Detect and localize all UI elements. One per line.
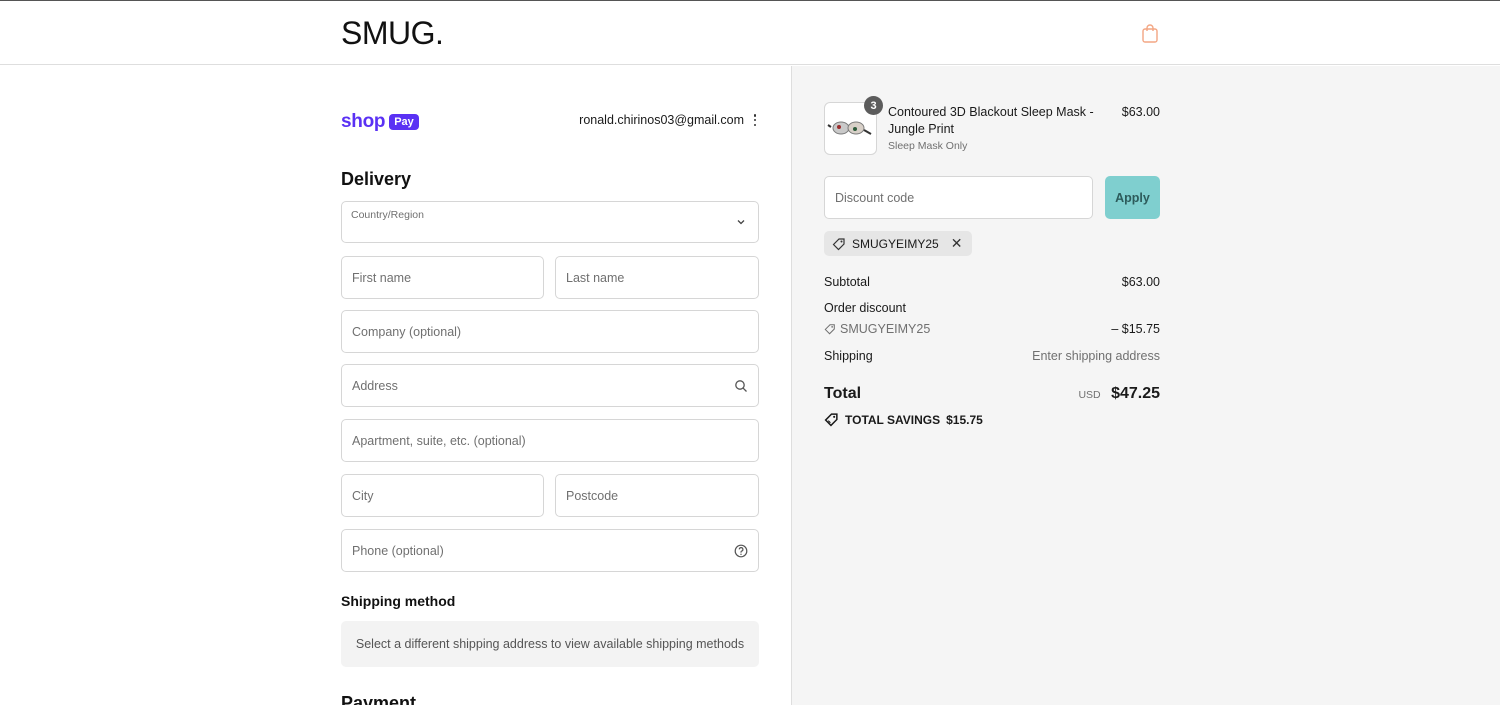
applied-discount-code: SMUGYEIMY25 bbox=[852, 236, 939, 251]
apply-discount-button[interactable]: Apply bbox=[1105, 176, 1160, 219]
account-email: ronald.chirinos03@gmail.com bbox=[579, 113, 744, 127]
total-savings-value: $15.75 bbox=[946, 412, 983, 427]
country-region-select[interactable]: Country/Region bbox=[341, 201, 759, 243]
brand-logo[interactable]: SMUG. bbox=[341, 15, 444, 52]
address-field[interactable]: Address bbox=[341, 364, 759, 407]
discount-value: – $15.75 bbox=[1111, 322, 1160, 336]
tag-icon bbox=[824, 324, 835, 335]
delivery-heading: Delivery bbox=[341, 169, 412, 189]
total-savings-label: TOTAL SAVINGS bbox=[845, 412, 941, 427]
product-variant: Sleep Mask Only bbox=[888, 140, 968, 152]
shopping-bag-icon[interactable] bbox=[1141, 23, 1159, 43]
total-value: $47.25 bbox=[1111, 385, 1160, 402]
address-placeholder: Address bbox=[352, 378, 398, 393]
first-name-placeholder: First name bbox=[352, 270, 412, 285]
order-discount-label: Order discount bbox=[824, 301, 906, 315]
total-row: Total USD $47.25 bbox=[824, 385, 1160, 403]
last-name-placeholder: Last name bbox=[566, 270, 625, 285]
quantity-badge: 3 bbox=[864, 96, 883, 115]
remove-discount-icon[interactable]: ✕ bbox=[951, 235, 963, 252]
discount-code-placeholder: Discount code bbox=[835, 190, 915, 205]
product-name: Contoured 3D Blackout Sleep Mask - Jungl… bbox=[888, 105, 1094, 136]
company-placeholder: Company (optional) bbox=[352, 324, 462, 339]
city-field[interactable]: City bbox=[341, 474, 544, 517]
total-savings: TOTAL SAVINGS $15.75 bbox=[824, 412, 983, 427]
discount-code-input[interactable]: Discount code bbox=[824, 176, 1093, 219]
subtotal-value: $63.00 bbox=[1121, 275, 1160, 289]
shop-pay-logo: shop Pay bbox=[341, 111, 419, 133]
shipping-method-heading: Shipping method bbox=[341, 593, 456, 609]
applied-discount-chip: SMUGYEIMY25 ✕ bbox=[824, 231, 973, 256]
postcode-placeholder: Postcode bbox=[566, 488, 619, 503]
phone-field[interactable]: Phone (optional) bbox=[341, 529, 759, 572]
help-icon[interactable] bbox=[734, 544, 748, 558]
account-info: ronald.chirinos03@gmail.com bbox=[560, 113, 760, 127]
chevron-down-icon bbox=[737, 220, 745, 225]
subtotal-row: Subtotal $63.00 bbox=[824, 275, 1160, 289]
subtotal-label: Subtotal bbox=[824, 275, 870, 289]
apartment-placeholder: Apartment, suite, etc. (optional) bbox=[352, 433, 526, 448]
discount-code-row: SMUGYEIMY25 – $15.75 bbox=[824, 322, 1160, 336]
company-field[interactable]: Company (optional) bbox=[341, 310, 759, 353]
tag-icon bbox=[832, 237, 845, 250]
shop-pay-badge: Pay bbox=[389, 114, 419, 130]
site-header: SMUG. bbox=[0, 1, 1500, 65]
more-options-icon[interactable] bbox=[750, 113, 760, 127]
last-name-field[interactable]: Last name bbox=[555, 256, 759, 299]
first-name-field[interactable]: First name bbox=[341, 256, 544, 299]
order-discount-row: Order discount bbox=[824, 301, 1160, 315]
phone-placeholder: Phone (optional) bbox=[352, 543, 444, 558]
shipping-value: Enter shipping address bbox=[1032, 349, 1160, 363]
payment-heading: Payment bbox=[341, 693, 417, 705]
shipping-method-notice: Select a different shipping address to v… bbox=[341, 621, 759, 667]
city-placeholder: City bbox=[352, 488, 374, 503]
shipping-label: Shipping bbox=[824, 349, 873, 363]
shop-pay-word: shop bbox=[341, 111, 386, 132]
total-label: Total bbox=[824, 385, 862, 402]
currency-code: USD bbox=[1078, 389, 1101, 401]
savings-tag-icon bbox=[824, 413, 838, 427]
postcode-field[interactable]: Postcode bbox=[555, 474, 759, 517]
discount-code-name: SMUGYEIMY25 bbox=[840, 322, 931, 336]
country-region-label: Country/Region bbox=[351, 209, 424, 221]
search-icon[interactable] bbox=[734, 379, 748, 393]
product-price: $63.00 bbox=[1121, 105, 1160, 119]
apartment-field[interactable]: Apartment, suite, etc. (optional) bbox=[341, 419, 759, 462]
shipping-row: Shipping Enter shipping address bbox=[824, 349, 1160, 363]
